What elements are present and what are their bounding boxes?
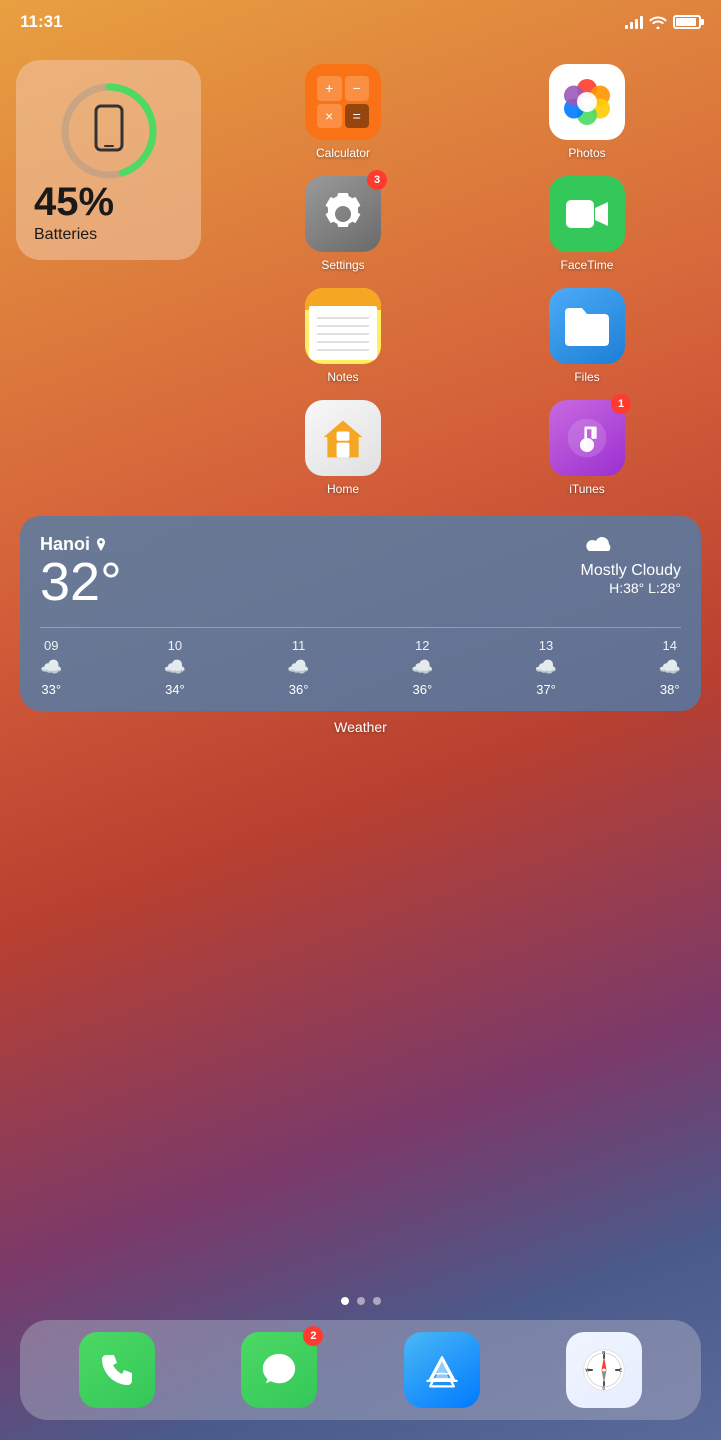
settings-badge: 3 (367, 170, 387, 190)
settings-label: Settings (321, 258, 364, 272)
hour-slot: 11 ☁️ 36° (287, 638, 309, 697)
app-home[interactable]: Home (225, 396, 461, 500)
app-grid-right: + − × = Calculator (225, 60, 705, 500)
itunes-label: iTunes (569, 482, 605, 496)
app-itunes[interactable]: 1 iTunes (469, 396, 705, 500)
home-screen: 45% Batteries + − × = Calculator (0, 44, 721, 1320)
battery-ring (54, 76, 164, 186)
calculator-icon: + − × = (305, 64, 381, 140)
files-label: Files (574, 370, 599, 384)
safari-icon: N E S W (566, 1332, 642, 1408)
weather-temp: 32° (40, 555, 122, 609)
calculator-label: Calculator (316, 146, 370, 160)
weather-right: Mostly Cloudy H:38° L:28° (581, 534, 681, 596)
weather-hourly: 09 ☁️ 33° 10 ☁️ 34° 11 ☁️ 36° 12 ☁️ 36° … (40, 627, 681, 697)
app-photos[interactable]: Photos (469, 60, 705, 164)
battery-label-text: Batteries (34, 226, 97, 244)
facetime-icon (549, 176, 625, 252)
battery-percentage: 45% (34, 182, 114, 222)
notes-icon (305, 288, 381, 364)
app-settings[interactable]: 3 Settings (225, 172, 461, 276)
weather-description: Mostly Cloudy (581, 562, 681, 580)
itunes-icon: 1 (549, 400, 625, 476)
svg-text:E: E (619, 1368, 622, 1373)
app-calculator[interactable]: + − × = Calculator (225, 60, 461, 164)
dock-phone[interactable] (75, 1328, 159, 1412)
svg-text:N: N (602, 1350, 605, 1355)
app-notes[interactable]: Notes (225, 284, 461, 388)
messages-icon: 2 (241, 1332, 317, 1408)
top-section: 45% Batteries + − × = Calculator (0, 44, 721, 500)
battery-icon (673, 15, 701, 29)
home-icon (305, 400, 381, 476)
hour-slot: 09 ☁️ 33° (40, 638, 62, 697)
weather-high-low: H:38° L:28° (581, 580, 681, 596)
dock: 2 (20, 1320, 701, 1420)
weather-main: Hanoi 32° Mostly Cloudy H:38° L:28° (40, 534, 681, 617)
hour-slot: 10 ☁️ 34° (164, 638, 186, 697)
messages-badge: 2 (303, 1326, 323, 1346)
dock-safari[interactable]: N E S W (562, 1328, 646, 1412)
dock-messages[interactable]: 2 (237, 1328, 321, 1412)
files-icon (549, 288, 625, 364)
weather-cloud-icon (581, 534, 617, 562)
photos-label: Photos (568, 146, 605, 160)
status-time: 11:31 (20, 12, 63, 32)
appstore-icon (404, 1332, 480, 1408)
wifi-icon (649, 15, 667, 29)
battery-widget[interactable]: 45% Batteries (16, 60, 201, 260)
notes-label: Notes (327, 370, 358, 384)
app-facetime[interactable]: FaceTime (469, 172, 705, 276)
svg-text:W: W (585, 1368, 589, 1373)
svg-text:S: S (602, 1385, 605, 1390)
hour-slot: 12 ☁️ 36° (411, 638, 433, 697)
photos-icon (549, 64, 625, 140)
status-bar: 11:31 (0, 0, 721, 44)
home-label: Home (327, 482, 359, 496)
signal-icon (625, 15, 643, 29)
weather-widget[interactable]: Hanoi 32° Mostly Cloudy H:38° L:28° 09 ☁… (20, 516, 701, 711)
hour-slot: 14 ☁️ 38° (659, 638, 681, 697)
weather-left: Hanoi 32° (40, 534, 122, 617)
app-files[interactable]: Files (469, 284, 705, 388)
phone-icon (79, 1332, 155, 1408)
location-icon (94, 538, 108, 552)
settings-icon: 3 (305, 176, 381, 252)
hour-slot: 13 ☁️ 37° (535, 638, 557, 697)
facetime-label: FaceTime (561, 258, 614, 272)
weather-app-label: Weather (0, 719, 721, 735)
status-icons (625, 15, 701, 29)
dock-appstore[interactable] (400, 1328, 484, 1412)
itunes-badge: 1 (611, 394, 631, 414)
